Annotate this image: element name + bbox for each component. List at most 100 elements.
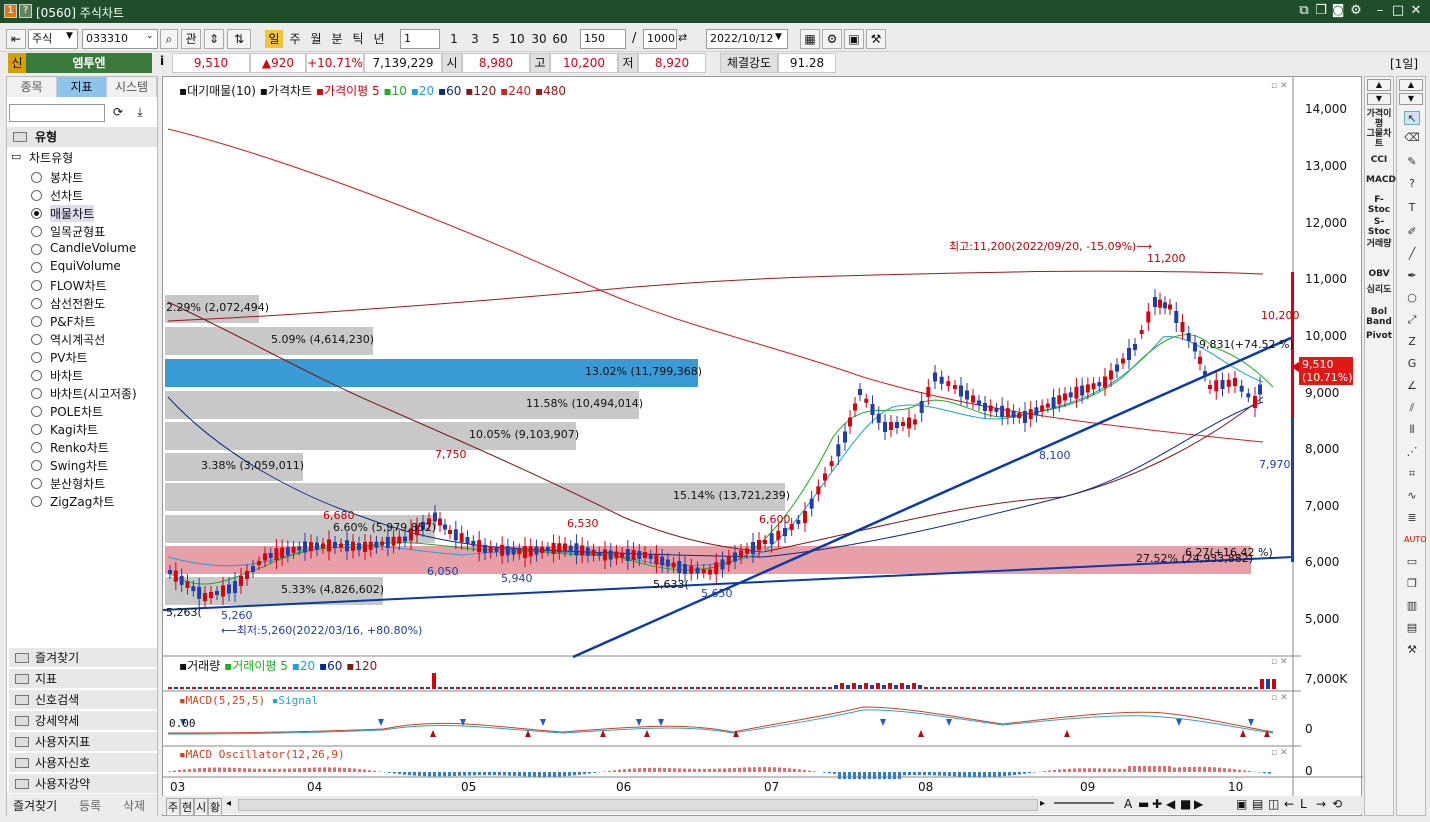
scroll-up-icon[interactable]: ▲	[1367, 79, 1391, 91]
chart-type-item[interactable]: 매물차트	[50, 205, 95, 222]
chart-type-radio[interactable]	[31, 442, 42, 453]
delete-button[interactable]: 삭제	[123, 797, 145, 814]
maximize-icon[interactable]: □	[1390, 3, 1406, 19]
group-item[interactable]: 사용자지표	[9, 731, 157, 751]
camera-icon[interactable]: ◙	[1330, 3, 1346, 19]
chart-type-item[interactable]: PV차트	[50, 349, 88, 366]
chart-type-radio[interactable]	[31, 496, 42, 507]
scroll-down-icon[interactable]: ▼	[1399, 93, 1423, 105]
wave-icon[interactable]: ∿	[1404, 489, 1420, 503]
indicator-shortcut[interactable]: MACD	[1366, 175, 1396, 185]
max-count-input[interactable]: 1000	[643, 29, 677, 49]
minute-60[interactable]: 60	[550, 30, 570, 48]
gann-icon[interactable]: G	[1404, 357, 1420, 371]
register-button[interactable]: 등록	[79, 797, 101, 814]
channel-icon[interactable]: ⫽	[1404, 401, 1420, 415]
indicator-shortcut[interactable]: OBV	[1366, 269, 1392, 279]
cursor-icon[interactable]: ↖	[1404, 111, 1420, 125]
chevron-down-icon[interactable]: ▼	[775, 32, 782, 42]
fibonacci-icon[interactable]: ⦀	[1404, 423, 1420, 437]
zigzag-icon[interactable]: Z	[1404, 335, 1420, 349]
scroll-left-icon[interactable]: ◂	[226, 798, 231, 809]
auto-icon[interactable]: AUTO	[1404, 533, 1427, 547]
levels-icon[interactable]: ≣	[1404, 511, 1420, 525]
trend-icon[interactable]: ⤢	[1404, 313, 1420, 327]
section-type[interactable]: 유형	[7, 127, 157, 147]
reset-icon[interactable]: ⟲	[1332, 797, 1342, 811]
chevron-down-icon[interactable]: ⌄	[146, 31, 154, 41]
print-icon[interactable]: ▤	[1252, 797, 1263, 811]
period-year[interactable]: 년	[370, 30, 388, 48]
chart-type-radio[interactable]	[31, 172, 42, 183]
minute-1[interactable]: 1	[445, 30, 463, 48]
chart-type-item[interactable]: 봉차트	[50, 169, 83, 186]
arrow-left-icon[interactable]: ←	[1284, 797, 1294, 811]
chart-type-radio[interactable]	[31, 298, 42, 309]
scroll-down-icon[interactable]: ▼	[1367, 93, 1391, 105]
grid-icon[interactable]: ⌗	[1404, 467, 1420, 481]
pane-close-icon[interactable]: ▫ ✕	[1271, 657, 1288, 667]
data-icon[interactable]: ▤	[1404, 621, 1420, 635]
text-tool-icon[interactable]: A	[1124, 797, 1132, 811]
scroll-right-icon[interactable]: ▸	[1040, 798, 1045, 809]
chart-type-item[interactable]: EquiVolume	[50, 259, 121, 273]
indicator-shortcut[interactable]: S-Stoc	[1366, 217, 1392, 237]
tools-icon[interactable]: ⚒	[866, 29, 886, 49]
related-button[interactable]: 관	[181, 29, 201, 49]
chart-type-item[interactable]: 바차트	[50, 367, 83, 384]
chart-type-item[interactable]: 역시계곡선	[50, 331, 105, 348]
chevron-down-icon[interactable]: ▼	[66, 31, 73, 41]
bottom-tab[interactable]: 시	[194, 798, 209, 816]
save-chart-icon[interactable]: ▣	[1236, 797, 1247, 811]
chart-type-radio[interactable]	[31, 262, 42, 273]
chart-type-radio[interactable]	[31, 406, 42, 417]
save-icon[interactable]: ▣	[844, 29, 864, 49]
count-input[interactable]: 150	[580, 29, 626, 49]
eraser-icon[interactable]: ⌫	[1404, 131, 1420, 145]
chart-type-item[interactable]: CandleVolume	[50, 241, 136, 255]
period-day[interactable]: 일	[265, 30, 283, 48]
fan-icon[interactable]: ⋰	[1404, 445, 1420, 459]
chart-type-item[interactable]: P&F차트	[50, 313, 96, 330]
zoom-slider[interactable]	[1054, 802, 1114, 804]
chart-type-radio[interactable]	[31, 478, 42, 489]
tab-system[interactable]: 시스템	[107, 77, 157, 97]
chart-type-radio[interactable]	[31, 388, 42, 399]
zoom-out-icon[interactable]: ▬	[1138, 797, 1149, 811]
angle-icon[interactable]: ∠	[1404, 379, 1420, 393]
favorites-button[interactable]: 즐겨찾기	[13, 797, 57, 814]
chart-type-item[interactable]: ZigZag차트	[50, 493, 114, 510]
search-icon[interactable]: ⌕	[160, 29, 178, 49]
indicator-shortcut[interactable]: Bol Band	[1366, 307, 1392, 327]
tree-root-chart-type[interactable]: 차트유형	[29, 149, 73, 166]
line-icon[interactable]: ╱	[1404, 247, 1420, 261]
minimize-icon[interactable]: –	[1372, 3, 1388, 19]
indicator-shortcut[interactable]: F-Stoc	[1366, 195, 1392, 215]
window-number-icon[interactable]: 1	[4, 4, 17, 18]
tab-indicators[interactable]: 지표	[57, 77, 107, 97]
group-item[interactable]: 지표	[9, 668, 157, 688]
chart-type-item[interactable]: 분산형차트	[50, 475, 105, 492]
indicator-shortcut[interactable]: 거래량	[1366, 239, 1392, 249]
chart-frame[interactable]: ▪대기매물(10) ▪가격차트 ▪가격이평 5 ▪10 ▪20 ▪60 ▪120…	[162, 76, 1363, 816]
chart-type-radio[interactable]	[31, 226, 42, 237]
chart-type-radio[interactable]	[31, 352, 42, 363]
zoom-in-icon[interactable]: ✚	[1152, 797, 1162, 811]
pencil-icon[interactable]: ✐	[1404, 225, 1420, 239]
scroll-up-icon[interactable]: ▲	[1399, 79, 1423, 91]
link-icon[interactable]: ⧉	[1296, 3, 1312, 19]
wrench-icon[interactable]: ⚒	[1404, 643, 1420, 657]
download-icon[interactable]: ⤓	[131, 105, 149, 121]
tab-stocks[interactable]: 종목	[7, 77, 57, 97]
chart-type-radio[interactable]	[31, 424, 42, 435]
info-icon[interactable]: i	[154, 54, 170, 72]
group-item[interactable]: 사용자강약	[9, 773, 157, 793]
indicator-shortcut[interactable]: Pivot	[1366, 331, 1392, 341]
play-icon[interactable]: ▶	[1194, 797, 1203, 811]
help-icon[interactable]: ?	[1404, 177, 1420, 191]
chart-type-item[interactable]: 삼선전환도	[50, 295, 105, 312]
prev-stock-icon[interactable]: ⇤	[6, 29, 26, 49]
pen-icon[interactable]: ✒	[1404, 269, 1420, 283]
bottom-tab[interactable]: 현	[180, 798, 195, 816]
chart-type-item[interactable]: FLOW차트	[50, 277, 107, 294]
